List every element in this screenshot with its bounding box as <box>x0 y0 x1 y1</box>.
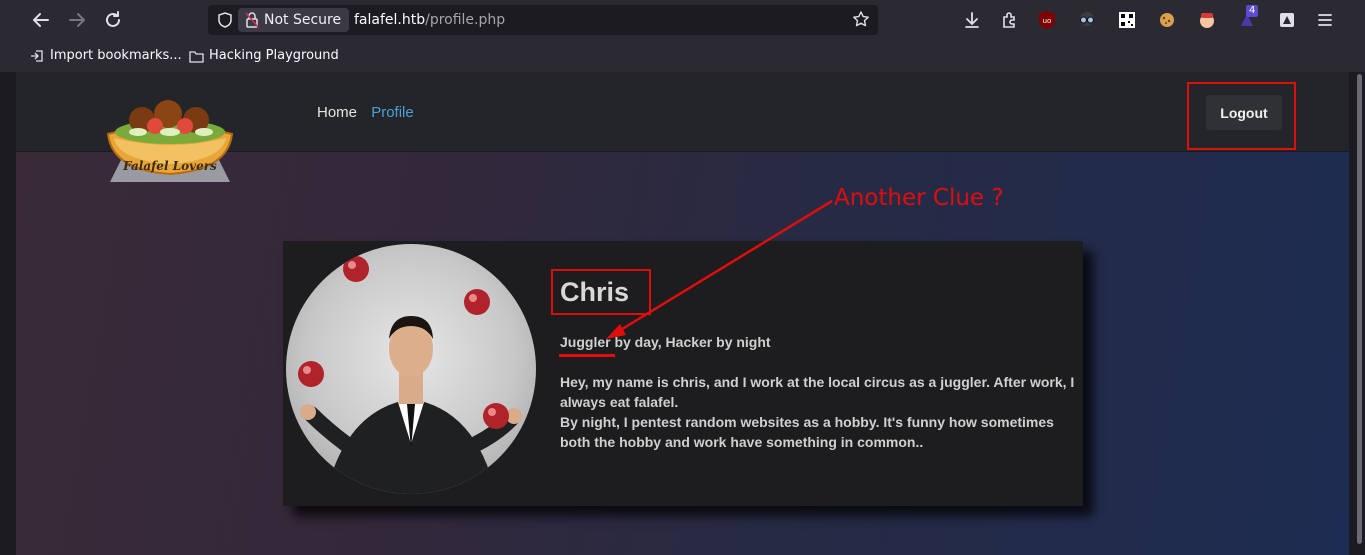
url-text[interactable]: falafel.htb/profile.php <box>354 5 505 35</box>
foxyproxy-icon[interactable]: 4 <box>1237 5 1259 30</box>
forward-arrow-icon <box>69 13 85 27</box>
not-secure-badge[interactable]: Not Secure <box>238 8 350 32</box>
profile-card: Chris Juggler by day, Hacker by night He… <box>283 241 1083 506</box>
profile-bio: Hey, my name is chris, and I work at the… <box>560 372 1080 452</box>
nav-link-profile[interactable]: Profile <box>371 104 414 121</box>
annotation-underline <box>559 354 615 357</box>
qr-code-icon[interactable] <box>1117 10 1137 30</box>
nav-link-home[interactable]: Home <box>317 104 357 121</box>
forward-button[interactable] <box>65 8 89 32</box>
url-path: /profile.php <box>425 12 506 28</box>
bookmark-folder-hacking-playground[interactable]: Hacking Playground <box>189 47 339 65</box>
bookmarks-toolbar: Import bookmarks... Hacking Playground <box>0 40 1365 72</box>
reload-icon <box>106 11 120 27</box>
hackbar-extension-icon[interactable] <box>1197 10 1217 30</box>
bookmark-label: Hacking Playground <box>209 48 339 63</box>
vertical-scrollbar[interactable] <box>1357 74 1362 544</box>
site-nav: Home Profile <box>317 104 424 121</box>
import-icon <box>31 50 43 62</box>
falafel-lovers-logo[interactable]: Falafel Lovers <box>100 98 240 183</box>
web-page-viewport: Home Profile Logout Falafel Lovers Anoth… <box>16 72 1349 555</box>
window-frame-left <box>0 72 16 555</box>
reload-button[interactable] <box>101 8 125 32</box>
import-bookmarks-item[interactable]: Import bookmarks... <box>30 47 182 65</box>
profile-avatar <box>286 244 536 494</box>
extensions-puzzle-icon[interactable] <box>999 10 1019 30</box>
bio-paragraph: Hey, my name is chris, and I work at the… <box>560 374 1075 410</box>
annotation-logout-box <box>1187 82 1296 150</box>
url-domain: falafel.htb <box>354 12 426 28</box>
address-bar[interactable]: Not Secure falafel.htb/profile.php <box>208 5 878 35</box>
menu-hamburger-icon[interactable] <box>1315 10 1335 30</box>
back-arrow-icon <box>33 13 49 27</box>
downloads-icon[interactable] <box>962 10 982 30</box>
logo-text: Falafel Lovers <box>122 159 217 173</box>
cookie-icon[interactable] <box>1157 10 1177 30</box>
annotation-name-box <box>551 269 651 315</box>
back-button[interactable] <box>29 8 53 32</box>
bio-paragraph: By night, I pentest random websites as a… <box>560 414 1054 450</box>
svg-text:uo: uo <box>1043 17 1052 25</box>
spy-glasses-extension-icon[interactable] <box>1077 10 1097 30</box>
security-label: Not Secure <box>264 12 342 28</box>
wappalyzer-icon[interactable] <box>1277 10 1297 30</box>
profile-tagline: Juggler by day, Hacker by night <box>560 334 771 350</box>
annotation-clue-text: Another Clue ? <box>834 185 1004 211</box>
bookmark-star-icon[interactable] <box>852 10 870 28</box>
folder-icon <box>189 51 204 63</box>
broken-lock-icon <box>245 12 259 28</box>
extension-badge-count: 4 <box>1246 5 1259 17</box>
ublock-origin-icon[interactable]: uo <box>1037 10 1057 30</box>
bookmark-label: Import bookmarks... <box>50 48 182 63</box>
browser-toolbar: Not Secure falafel.htb/profile.php uo 4 <box>0 0 1365 40</box>
shield-icon[interactable] <box>216 11 234 29</box>
